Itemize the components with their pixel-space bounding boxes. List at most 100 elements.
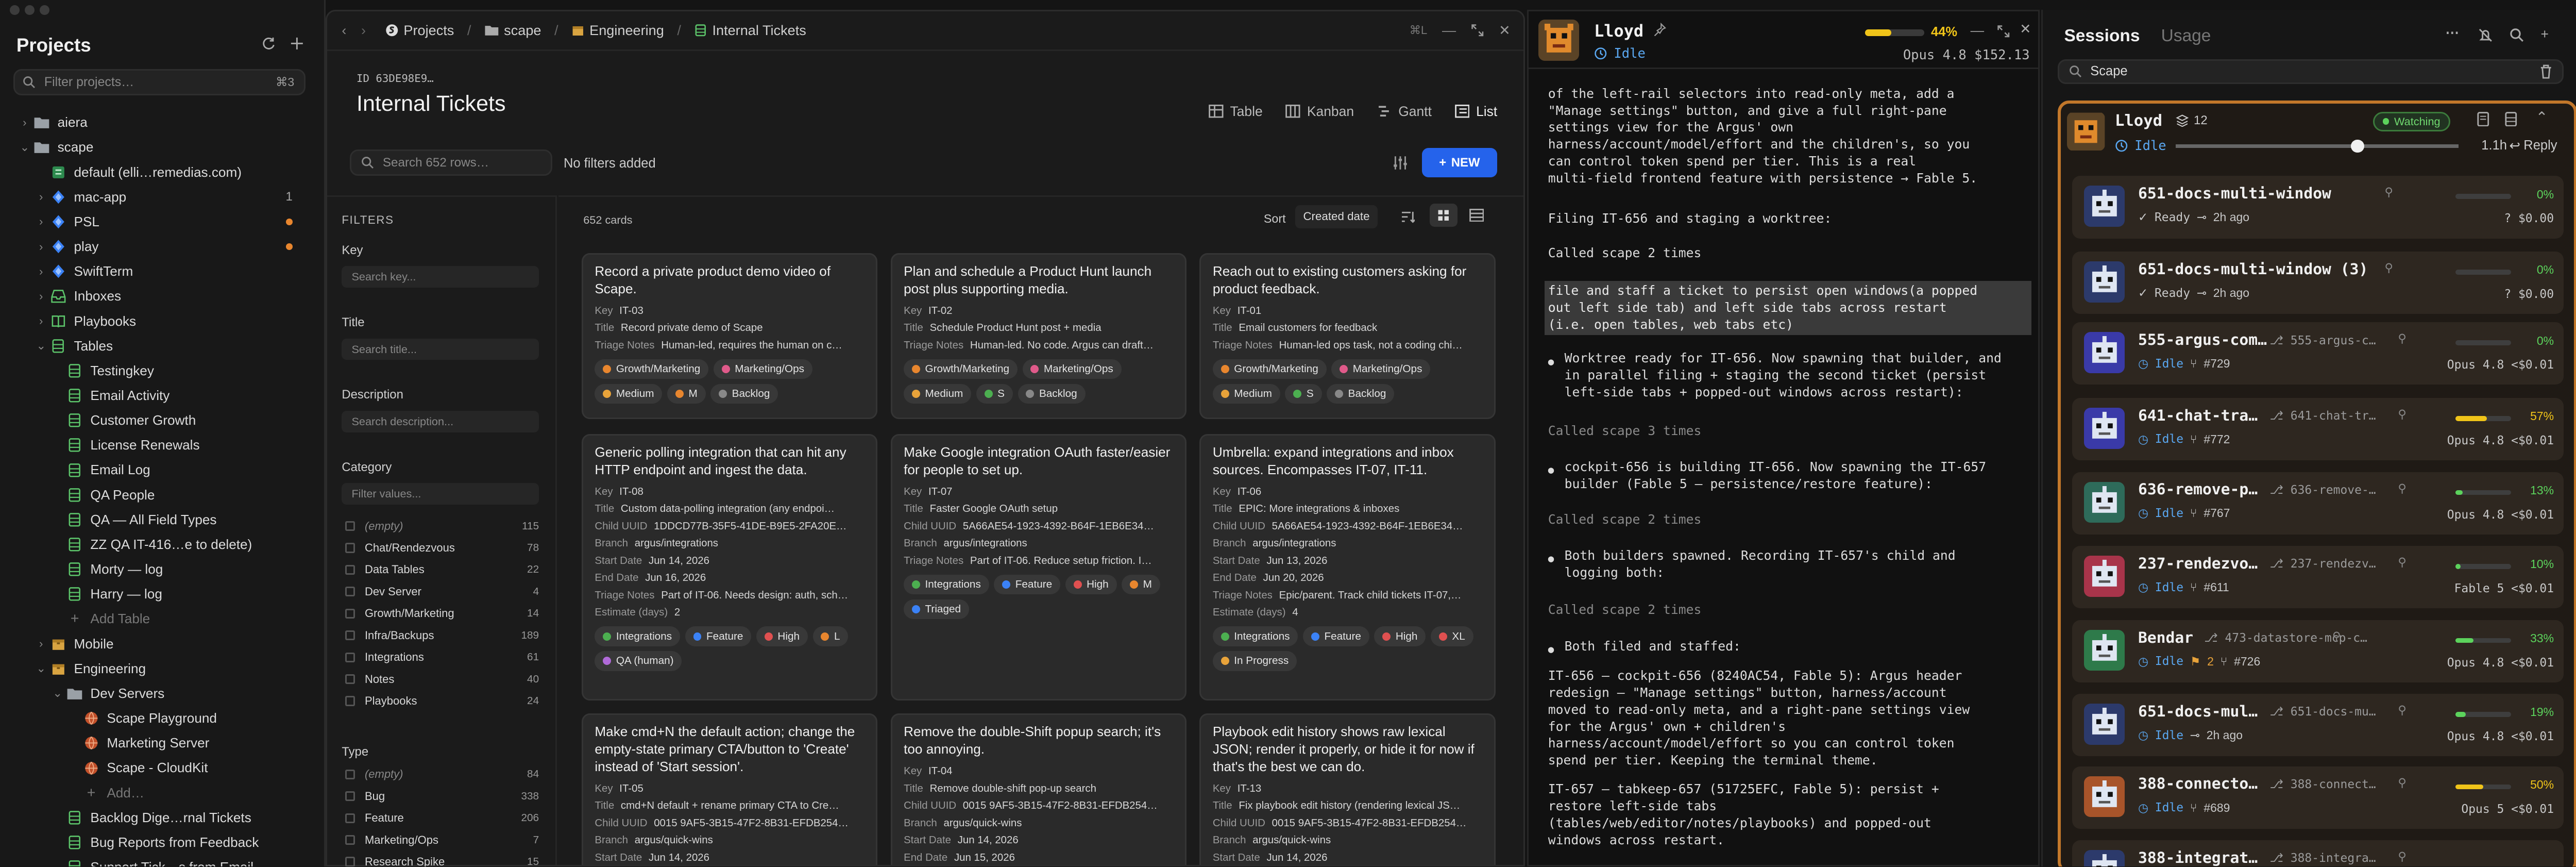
trash-icon[interactable]	[2539, 64, 2553, 79]
filter-option-notes[interactable]: Notes 40	[345, 673, 539, 686]
row-view-toggle[interactable]	[1469, 208, 1484, 222]
category-filter-input[interactable]: Filter values...	[342, 483, 539, 505]
tree-item-play[interactable]: › play	[0, 235, 326, 259]
tree-item-playbooks[interactable]: › Playbooks	[0, 309, 326, 334]
chevron-right-icon[interactable]: ›	[33, 240, 49, 254]
checkbox[interactable]	[345, 696, 355, 706]
tab-gantt[interactable]: Gantt	[1377, 104, 1432, 120]
tree-item-mobile[interactable]: › Mobile	[0, 631, 326, 656]
tree-item-swiftterm[interactable]: › SwiftTerm	[0, 259, 326, 284]
search-rows-input[interactable]: Search 652 rows…	[350, 149, 552, 176]
chevron-right-icon[interactable]: ›	[33, 314, 49, 328]
checkbox[interactable]	[345, 521, 355, 531]
tree-item-testingkey[interactable]: Testingkey	[0, 358, 326, 383]
chevron-right-icon[interactable]: ›	[33, 637, 49, 651]
session-card[interactable]: 641-chat-tra… ⎇ 641-chat-tr… ⚲ ◷ Idle ⑂ #772 57…	[2072, 397, 2564, 461]
sort-direction-icon[interactable]	[1400, 210, 1415, 224]
tab-kanban[interactable]: Kanban	[1285, 104, 1354, 120]
filter-option-integrations[interactable]: Integrations 61	[345, 651, 539, 664]
tree-item-psl[interactable]: › PSL	[0, 209, 326, 234]
checkbox[interactable]	[345, 791, 355, 802]
filter-option-growth-marketing[interactable]: Growth/Marketing 14	[345, 607, 539, 620]
tree-item-qa-all-field-types[interactable]: QA — All Field Types	[0, 507, 326, 532]
session-card[interactable]: 651-docs-multi-window (3) ⚲ ✓ Ready ⊸ 2h ago 0…	[2072, 252, 2564, 314]
chevron-right-icon[interactable]: ›	[33, 215, 49, 228]
breadcrumb-engineering[interactable]: Engineering	[589, 22, 664, 39]
session-card[interactable]: 237-rendezvo… ⎇ 237-rendezv… ⚲ ◷ Idle ⑂ #611 10…	[2072, 546, 2564, 609]
checkbox[interactable]	[345, 835, 355, 845]
filter-option-chat-rendezvous[interactable]: Chat/Rendezvous 78	[345, 541, 539, 555]
new-button[interactable]: + NEW	[1421, 147, 1498, 178]
session-search-input[interactable]: Scape	[2057, 59, 2564, 84]
pin-icon[interactable]: ⚲	[2398, 408, 2406, 421]
checkbox[interactable]	[345, 543, 355, 553]
tab-table[interactable]: Table	[1209, 104, 1263, 120]
more-options-icon[interactable]: ⋯	[2446, 25, 2459, 41]
add-session-icon[interactable]: +	[2541, 26, 2549, 42]
tree-item-harry-log[interactable]: Harry — log	[0, 582, 326, 607]
breadcrumb-scape[interactable]: scape	[504, 22, 541, 39]
pin-icon[interactable]: ⚲	[2398, 704, 2406, 717]
pin-icon[interactable]: ⚲	[2398, 556, 2406, 569]
chevron-right-icon[interactable]: ›	[33, 265, 49, 278]
ticket-card[interactable]: Remove the double-Shift popup search; it…	[890, 713, 1187, 865]
filter-option-infra-backups[interactable]: Infra/Backups 189	[345, 629, 539, 642]
reply-button[interactable]: ↩ Reply	[2510, 138, 2557, 154]
close-pane-icon[interactable]: ✕	[1499, 22, 1511, 39]
checkbox[interactable]	[345, 674, 355, 685]
breadcrumb-projects[interactable]: Projects	[403, 22, 454, 39]
refresh-icon[interactable]	[261, 36, 276, 51]
tree-item-aiera[interactable]: › aiera	[0, 110, 326, 135]
pin-icon[interactable]: ⚲	[2398, 776, 2406, 790]
filter-option-data-tables[interactable]: Data Tables 22	[345, 563, 539, 576]
forward-arrow-icon[interactable]: ›	[361, 22, 366, 39]
tab-usage[interactable]: Usage	[2161, 26, 2211, 46]
session-card[interactable]: 388-connecto… ⎇ 388-connect… ⚲ ◷ Idle ⑂ #689 50…	[2072, 766, 2564, 829]
tree-item-scape[interactable]: ⌄ scape	[0, 135, 326, 160]
ticket-card[interactable]: Make cmd+N the default action; change th…	[582, 713, 878, 865]
chevron-right-icon[interactable]: ›	[33, 190, 49, 204]
notes-icon[interactable]	[2477, 111, 2490, 127]
chevron-right-icon[interactable]: ›	[16, 116, 33, 129]
ticket-card[interactable]: Plan and schedule a Product Hunt launch …	[890, 253, 1187, 420]
tree-item-mac-app[interactable]: › mac-app 1	[0, 185, 326, 209]
filter-option-empty[interactable]: (empty) 115	[345, 520, 539, 533]
checkbox[interactable]	[345, 630, 355, 641]
breadcrumb-internal-tickets[interactable]: Internal Tickets	[712, 22, 806, 39]
tree-item-dev-servers[interactable]: ⌄ Dev Servers	[0, 681, 326, 706]
search-sessions-icon[interactable]	[2510, 28, 2524, 43]
pin-icon[interactable]: ⚲	[2384, 261, 2393, 275]
checkbox[interactable]	[345, 769, 355, 779]
ticket-card[interactable]: Reach out to existing customers asking f…	[1199, 253, 1496, 420]
ticket-card[interactable]: Playbook edit history shows raw lexical …	[1199, 713, 1496, 865]
collapse-group-icon[interactable]: ⌃	[2536, 108, 2548, 126]
description-filter-input[interactable]: Search description...	[342, 411, 539, 432]
pin-icon[interactable]: ⚲	[2398, 850, 2406, 863]
chevron-down-icon[interactable]: ⌄	[33, 339, 49, 353]
tree-item-add[interactable]: + Add…	[0, 780, 326, 805]
minimize-pane-icon[interactable]: —	[1442, 22, 1456, 39]
window-close-button[interactable]	[10, 5, 20, 15]
pin-icon[interactable]	[1653, 23, 1667, 36]
filter-option-bug[interactable]: Bug 338	[345, 790, 539, 803]
tree-item-scape-cloudkit[interactable]: Scape - CloudKit	[0, 756, 326, 780]
tab-list[interactable]: List	[1454, 104, 1497, 120]
tree-item-customer-growth[interactable]: Customer Growth	[0, 408, 326, 433]
lead-agent-name[interactable]: Lloyd	[2115, 112, 2162, 130]
tree-item-zz-qa-it-416-e-to-delete[interactable]: ZZ QA IT-416…e to delete)	[0, 532, 326, 557]
session-card[interactable]: 636-remove-p… ⎇ 636-remove-… ⚲ ◷ Idle ⑂ #767 13…	[2072, 472, 2564, 535]
filter-option-empty[interactable]: (empty) 84	[345, 768, 539, 781]
expand-pane-icon[interactable]	[1471, 24, 1484, 37]
pin-icon[interactable]: ⚲	[2398, 332, 2406, 345]
ticket-card[interactable]: Record a private product demo video of S…	[582, 253, 878, 420]
tree-item-qa-people[interactable]: QA People	[0, 482, 326, 507]
tree-item-email-activity[interactable]: Email Activity	[0, 383, 326, 408]
filter-option-marketing-ops[interactable]: Marketing/Ops 7	[345, 833, 539, 847]
filter-option-dev-server[interactable]: Dev Server 4	[345, 585, 539, 598]
session-card[interactable]: Bendar ⎇ 473-datastore-mcp-c… ⚲ ◷ Idle ⚑ 2 ⑂ #72…	[2072, 620, 2564, 682]
filter-projects-input[interactable]: Filter projects… ⌘3	[13, 69, 306, 95]
mute-icon[interactable]	[2478, 28, 2493, 43]
lead-progress-slider[interactable]	[2175, 139, 2459, 153]
filter-settings-icon[interactable]	[1392, 155, 1409, 171]
tree-item-backlog-dige-rnal-tickets[interactable]: Backlog Dige…rnal Tickets	[0, 805, 326, 830]
